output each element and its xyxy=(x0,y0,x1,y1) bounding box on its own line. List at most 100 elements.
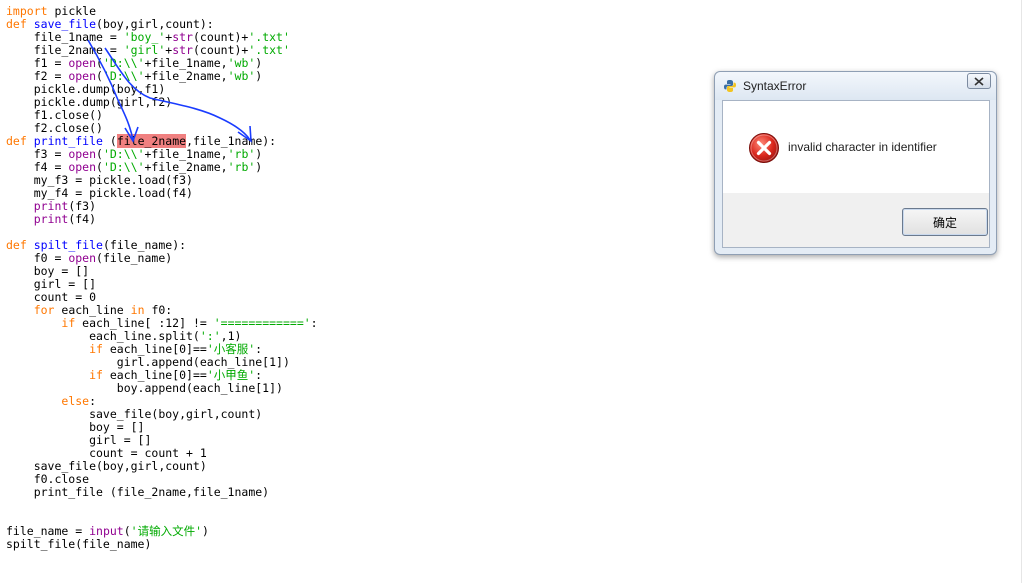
code-token: file_1name = xyxy=(6,30,124,44)
code-token: boy = [] xyxy=(6,420,145,434)
code-token: ( xyxy=(96,56,103,70)
code-token: open xyxy=(68,69,97,83)
error-highlight: file_2name xyxy=(116,134,187,148)
code-token: (count)+ xyxy=(192,30,249,44)
code-line: spilt_file(file_name) xyxy=(6,538,318,551)
code-token: 'wb' xyxy=(227,56,256,70)
close-icon xyxy=(974,76,984,86)
code-token: 'D:\\' xyxy=(102,56,145,70)
code-token: '小客服' xyxy=(206,342,256,356)
code-token: else xyxy=(61,394,90,408)
code-token: open xyxy=(68,147,97,161)
code-token: f1 = xyxy=(6,56,69,70)
code-token: (boy,girl,count): xyxy=(96,17,214,31)
code-token: print xyxy=(33,199,69,213)
code-token: f2.close() xyxy=(6,121,103,135)
code-token: '.txt' xyxy=(248,30,290,44)
code-token: def xyxy=(6,134,27,148)
code-token: '请输入文件' xyxy=(130,524,203,538)
code-token: 'rb' xyxy=(227,160,256,174)
code-token: save_file xyxy=(33,17,97,31)
code-token: open xyxy=(68,251,97,265)
code-token: count = count + 1 xyxy=(6,446,207,460)
code-token: : xyxy=(255,368,263,382)
code-token: 'D:\\' xyxy=(102,160,145,174)
code-token: def xyxy=(6,238,27,252)
code-token: '小甲鱼' xyxy=(206,368,256,382)
code-token: each_line[0]== xyxy=(102,342,207,356)
dialog-content: invalid character in identifier xyxy=(723,101,989,193)
code-token: ( xyxy=(96,160,103,174)
code-token: (file_name) xyxy=(96,251,173,265)
code-token: print xyxy=(33,212,69,226)
code-token: 'rb' xyxy=(227,147,256,161)
code-token: each_line.split( xyxy=(6,329,200,343)
code-token: girl = [] xyxy=(6,433,152,447)
code-token: spilt_file xyxy=(33,238,103,252)
code-token: ) xyxy=(255,56,263,70)
code-token: for xyxy=(33,303,55,317)
code-token: pickle xyxy=(47,4,97,18)
code-token: (f3) xyxy=(68,199,97,213)
code-token: if xyxy=(61,316,76,330)
code-token: spilt_file(file_name) xyxy=(6,537,152,551)
code-token: 'wb' xyxy=(227,69,256,83)
code-token: +file_1name, xyxy=(144,147,228,161)
code-token: boy = [] xyxy=(6,264,90,278)
code-token: : xyxy=(255,342,263,356)
syntax-error-dialog: SyntaxError invalid character in identif… xyxy=(714,71,997,255)
code-token: (file_name): xyxy=(102,238,187,252)
code-token: each_line[0]== xyxy=(102,368,207,382)
code-token: ( xyxy=(123,524,131,538)
code-token: in xyxy=(130,303,145,317)
code-token: f3 = xyxy=(6,147,69,161)
code-token: import xyxy=(6,4,48,18)
dialog-close-button[interactable] xyxy=(967,73,991,89)
code-token: ( xyxy=(96,69,103,83)
code-token: f0: xyxy=(144,303,173,317)
code-token: each_line[ :12] != xyxy=(75,316,214,330)
code-token: input xyxy=(89,524,124,538)
code-token: girl.append(each_line[1]) xyxy=(6,355,290,369)
code-token: ( xyxy=(102,134,117,148)
code-token: boy.append(each_line[1]) xyxy=(6,381,283,395)
code-token: file_2name = xyxy=(6,43,124,57)
code-token: ) xyxy=(255,160,263,174)
code-token: file_name = xyxy=(6,524,90,538)
code-token: ) xyxy=(202,524,209,538)
code-line: print(f4) xyxy=(6,213,318,226)
code-token: save_file(boy,girl,count) xyxy=(6,407,263,421)
code-token: ) xyxy=(255,69,263,83)
code-token: each_line xyxy=(54,303,131,317)
code-token: '.txt' xyxy=(248,43,290,57)
code-area[interactable]: import pickle def save_file(boy,girl,coun… xyxy=(6,5,318,551)
dialog-body: invalid character in identifier 确定 xyxy=(722,100,990,248)
code-token: +file_2name, xyxy=(144,69,228,83)
ok-button[interactable]: 确定 xyxy=(902,208,988,236)
code-token: open xyxy=(68,160,97,174)
code-token: (f4) xyxy=(68,212,97,226)
python-icon xyxy=(724,80,736,92)
code-token: ) xyxy=(255,147,263,161)
code-token: f1.close() xyxy=(6,108,103,122)
dialog-titlebar[interactable]: SyntaxError xyxy=(715,72,996,100)
dialog-title: SyntaxError xyxy=(743,79,807,93)
code-token: 'girl' xyxy=(123,43,166,57)
code-token: if xyxy=(89,368,103,382)
code-token: open xyxy=(68,56,97,70)
error-icon xyxy=(749,133,779,163)
code-token: str xyxy=(172,43,193,57)
code-token: pickle.dump(boy,f1) xyxy=(6,82,166,96)
error-message: invalid character in identifier xyxy=(788,140,937,154)
code-token: ,file_1name): xyxy=(186,134,277,148)
code-token: ( xyxy=(96,147,103,161)
